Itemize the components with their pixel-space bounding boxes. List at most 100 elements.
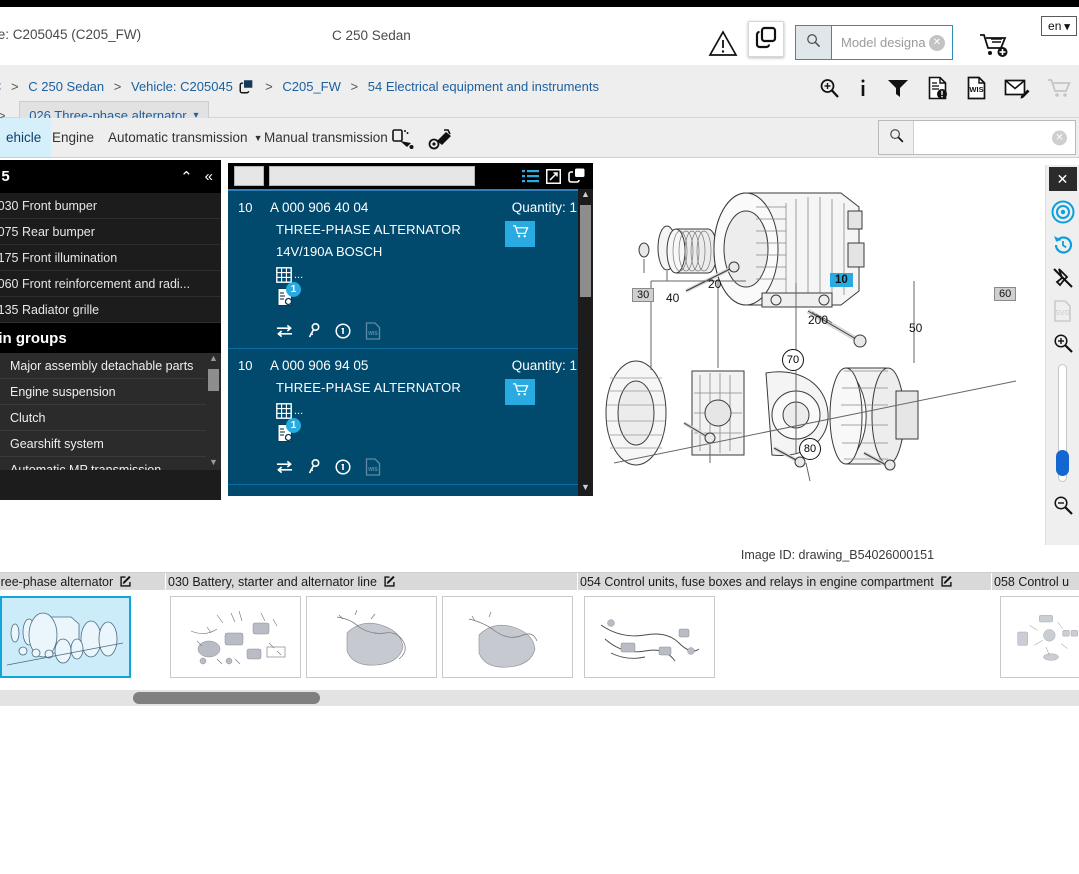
sidebar-item-060[interactable]: - 060 Front reinforcement and radi... [0,271,221,297]
callout-70[interactable]: 70 [782,349,804,371]
unpin-icon[interactable] [1051,266,1075,290]
warning-triangle-icon[interactable] [708,29,738,57]
part-card[interactable]: 10 A 000 906 40 04 Quantity: 1 THREE-PHA… [228,191,593,349]
cart-add-icon[interactable] [978,31,1012,64]
filter-icon[interactable] [886,77,910,99]
paint-fill-icon[interactable] [390,127,416,156]
list-view-icon[interactable] [522,169,539,184]
swap-icon[interactable] [276,324,293,338]
grid-icon[interactable]: ... [276,403,593,419]
zoom-slider-handle[interactable] [1056,450,1069,476]
model-search-button[interactable] [796,26,832,59]
info-icon[interactable] [857,77,869,99]
thumbnail-strip-scrollbar[interactable] [0,690,1079,706]
tab-search-box[interactable]: ✕ [878,120,1076,155]
document-search-icon[interactable]: 1 [276,418,301,448]
sidebar-group-automatic-mp-transmission[interactable]: Automatic MP transmission [0,457,221,471]
history-reset-icon[interactable] [1051,233,1075,257]
mail-edit-icon[interactable] [1004,77,1030,99]
wis-document-icon[interactable]: WIS [365,458,381,476]
swap-icon[interactable] [276,460,293,474]
callout-200[interactable]: 200 [808,313,828,327]
thumbnail-group-label[interactable]: 054 Control units, fuse boxes and relays… [578,573,992,590]
sidebar-group-major-assembly[interactable]: Major assembly detachable parts [0,353,221,379]
edit-icon[interactable] [940,575,953,588]
callout-20[interactable]: 20 [708,277,721,291]
add-to-cart-button[interactable] [505,379,535,405]
key-icon[interactable] [307,459,321,475]
callout-40[interactable]: 40 [666,291,679,305]
thumbnail-group-label[interactable]: 030 Battery, starter and alternator line [166,573,578,590]
breadcrumb-item-4[interactable]: 54 Electrical equipment and instruments [368,79,599,94]
model-search-input[interactable]: Model designa ✕ [832,26,952,59]
tools-icon[interactable] [428,127,454,156]
scrollbar-thumb[interactable] [133,692,320,704]
callout-80[interactable]: 80 [799,438,821,460]
sidebar-scroll-thumb[interactable] [208,369,219,391]
triangle-up-icon[interactable]: ▲ [206,353,221,366]
close-icon[interactable]: ✕ [1048,167,1077,191]
tab-automatic-transmission[interactable]: Automatic transmission ▼ [98,118,272,157]
exploded-diagram[interactable] [596,163,1046,545]
diagram-viewer[interactable]: 30 40 20 10 200 70 50 60 80 ✕ SVG [596,163,1079,545]
callout-30[interactable]: 30 [632,288,655,302]
double-chevron-left-icon[interactable]: « [205,168,213,185]
thumbnail-item[interactable] [170,596,301,678]
zoom-in-icon[interactable] [818,77,840,99]
sidebar-item-175[interactable]: - 175 Front illumination [0,245,221,271]
breadcrumb-item-1[interactable]: C 250 Sedan [28,79,104,94]
sidebar-group-engine-suspension[interactable]: Engine suspension [0,379,221,405]
sidebar-group-gearshift-system[interactable]: Gearshift system [0,431,221,457]
document-search-icon[interactable]: 1 [276,282,301,312]
parts-scrollbar[interactable]: ▲ ▼ [578,189,593,496]
breadcrumb-item-2[interactable]: Vehicle: C205045 [131,79,233,94]
tab-manual-transmission[interactable]: Manual transmission [254,118,398,157]
info-circle-icon[interactable] [335,459,351,475]
zoom-slider[interactable] [1056,364,1069,482]
key-icon[interactable] [307,323,321,339]
target-icon[interactable] [1051,200,1075,224]
parts-text-filter-input[interactable] [269,166,475,186]
model-search-clear-icon[interactable]: ✕ [929,34,945,51]
callout-60[interactable]: 60 [994,287,1017,301]
wis-document-icon[interactable]: WIS [966,76,987,100]
model-search-box[interactable]: Model designa ✕ [795,25,953,60]
copy-icon[interactable] [239,79,254,101]
callout-10[interactable]: 10 [830,273,853,287]
copy-button[interactable] [748,21,784,57]
parts-scroll-thumb[interactable] [580,205,591,297]
tab-engine[interactable]: Engine [42,118,104,157]
callout-50[interactable]: 50 [909,321,922,335]
tab-search-clear-icon[interactable]: ✕ [1052,130,1067,145]
breadcrumb-item-0[interactable]: C [0,79,1,94]
triangle-up-icon[interactable]: ▲ [578,189,593,203]
thumbnail-item[interactable] [0,596,131,678]
tab-search-button[interactable] [879,121,914,154]
thumbnail-item[interactable] [584,596,715,678]
zoom-in-icon[interactable] [1052,332,1074,354]
document-alert-icon[interactable] [927,76,949,100]
thumbnail-item[interactable] [306,596,437,678]
language-selector[interactable]: en ▾ [1041,16,1077,36]
add-to-cart-button[interactable] [505,221,535,247]
wis-document-icon[interactable]: WIS [365,322,381,340]
sidebar-scrollbar[interactable]: ▲ ▼ [206,353,221,470]
sidebar-item-030[interactable]: - 030 Front bumper [0,193,221,219]
thumbnail-item[interactable] [442,596,573,678]
chevron-up-icon[interactable]: ⌃ [180,168,193,186]
info-circle-icon[interactable] [335,323,351,339]
expand-icon[interactable] [546,168,561,184]
copy-icon[interactable] [568,168,585,184]
edit-icon[interactable] [383,575,396,588]
sidebar-item-075[interactable]: - 075 Rear bumper [0,219,221,245]
tab-search-input[interactable]: ✕ [914,121,1075,154]
breadcrumb-item-3[interactable]: C205_FW [282,79,341,94]
edit-icon[interactable] [119,575,132,588]
thumbnail-item[interactable] [1000,596,1079,678]
sidebar-item-135[interactable]: - 135 Radiator grille [0,297,221,323]
zoom-out-icon[interactable] [1052,494,1074,516]
parts-position-filter-input[interactable] [234,166,264,186]
sidebar-group-clutch[interactable]: Clutch [0,405,221,431]
thumbnail-group-label[interactable]: 058 Control u [992,573,1079,590]
grid-icon[interactable]: ... [276,267,593,283]
